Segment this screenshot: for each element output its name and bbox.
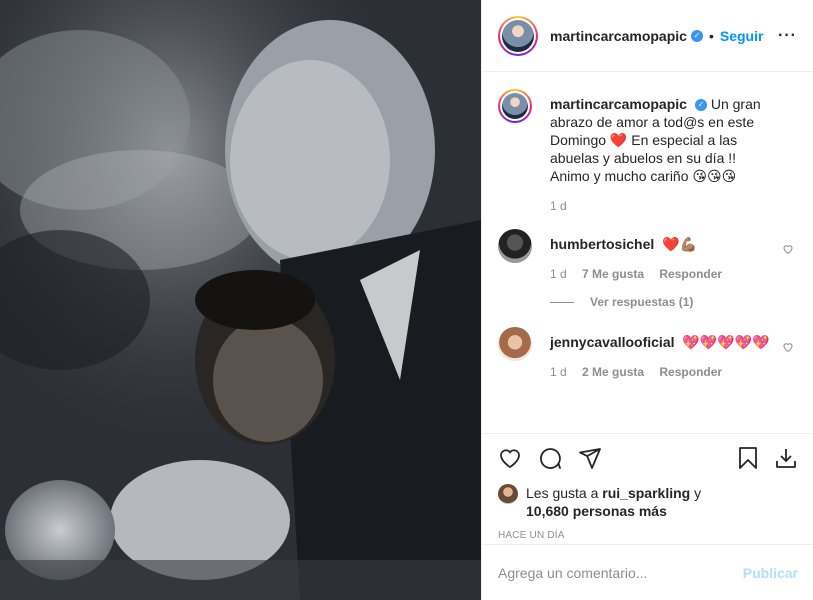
comment-like-heart-icon[interactable] <box>782 341 794 353</box>
reply-button[interactable]: Responder <box>659 267 722 281</box>
comments-list: martincarcamopapic ✓ Un gran abrazo de am… <box>482 73 813 433</box>
post-side-panel: martincarcamopapic ✓ • Seguir ··· martin… <box>481 0 813 600</box>
caption: martincarcamopapic ✓ Un gran abrazo de am… <box>498 89 798 215</box>
post-photo[interactable] <box>0 0 481 600</box>
liker-avatar[interactable] <box>498 484 518 504</box>
verified-badge-icon: ✓ <box>694 99 707 112</box>
comment-icon[interactable] <box>538 446 562 470</box>
comment-time[interactable]: 1 d <box>550 365 567 379</box>
comment-input[interactable] <box>498 564 743 581</box>
more-options-icon[interactable]: ··· <box>778 27 797 45</box>
follow-button[interactable]: Seguir <box>720 28 764 44</box>
likes-middle: y <box>690 485 702 501</box>
caption-avatar[interactable] <box>498 89 532 123</box>
view-replies[interactable]: Ver respuestas (1) <box>550 295 798 309</box>
kiss-emojis: 😘😘😘 <box>692 168 737 184</box>
likes-count[interactable]: 10,680 personas más <box>526 503 667 519</box>
replies-line <box>550 301 574 303</box>
photo-image <box>0 0 481 600</box>
likes-summary: Les gusta a rui_sparkling y 10,680 perso… <box>498 484 798 520</box>
commenter-username[interactable]: jennycavallooficial <box>550 334 675 350</box>
post-header: martincarcamopapic ✓ • Seguir ··· <box>482 0 813 72</box>
publish-button[interactable]: Publicar <box>743 565 798 581</box>
download-icon[interactable] <box>774 446 798 470</box>
heart-emoji: ❤️ <box>609 132 628 148</box>
caption-time[interactable]: 1 d <box>550 199 567 213</box>
comment-item: humbertosichel ❤️💪🏽 1 d 7 Me gusta Respo… <box>498 229 798 283</box>
share-icon[interactable] <box>578 446 602 470</box>
comment-text: ❤️💪🏽 <box>662 236 698 252</box>
reply-button[interactable]: Responder <box>659 365 722 379</box>
bookmark-icon[interactable] <box>736 446 760 470</box>
caption-username[interactable]: martincarcamopapic <box>550 96 687 112</box>
comment-like-heart-icon[interactable] <box>782 243 794 255</box>
verified-badge-icon: ✓ <box>690 29 703 42</box>
comment-time[interactable]: 1 d <box>550 267 567 281</box>
separator-dot: • <box>708 27 714 44</box>
comment-composer: Publicar <box>482 544 813 600</box>
view-replies-label[interactable]: Ver respuestas (1) <box>590 295 693 309</box>
author-username[interactable]: martincarcamopapic <box>550 28 687 44</box>
liker-username[interactable]: rui_sparkling <box>602 485 690 501</box>
comment-likes[interactable]: 2 Me gusta <box>582 365 644 379</box>
commenter-avatar[interactable] <box>498 327 532 361</box>
likes-prefix: Les gusta a <box>526 485 603 501</box>
author-avatar[interactable] <box>498 15 538 56</box>
post-timestamp[interactable]: HACE UN DÍA <box>498 530 798 541</box>
commenter-avatar[interactable] <box>498 229 532 263</box>
commenter-username[interactable]: humbertosichel <box>550 236 654 252</box>
comment-item: jennycavallooficial 💖💖💖💖💖 1 d 2 Me gusta… <box>498 327 798 381</box>
post-actions: Les gusta a rui_sparkling y 10,680 perso… <box>482 433 813 541</box>
heart-icon[interactable] <box>498 446 522 470</box>
instagram-post-window: martincarcamopapic ✓ • Seguir ··· martin… <box>0 0 813 600</box>
comment-text: 💖💖💖💖💖 <box>682 334 770 350</box>
comment-likes[interactable]: 7 Me gusta <box>582 267 644 281</box>
